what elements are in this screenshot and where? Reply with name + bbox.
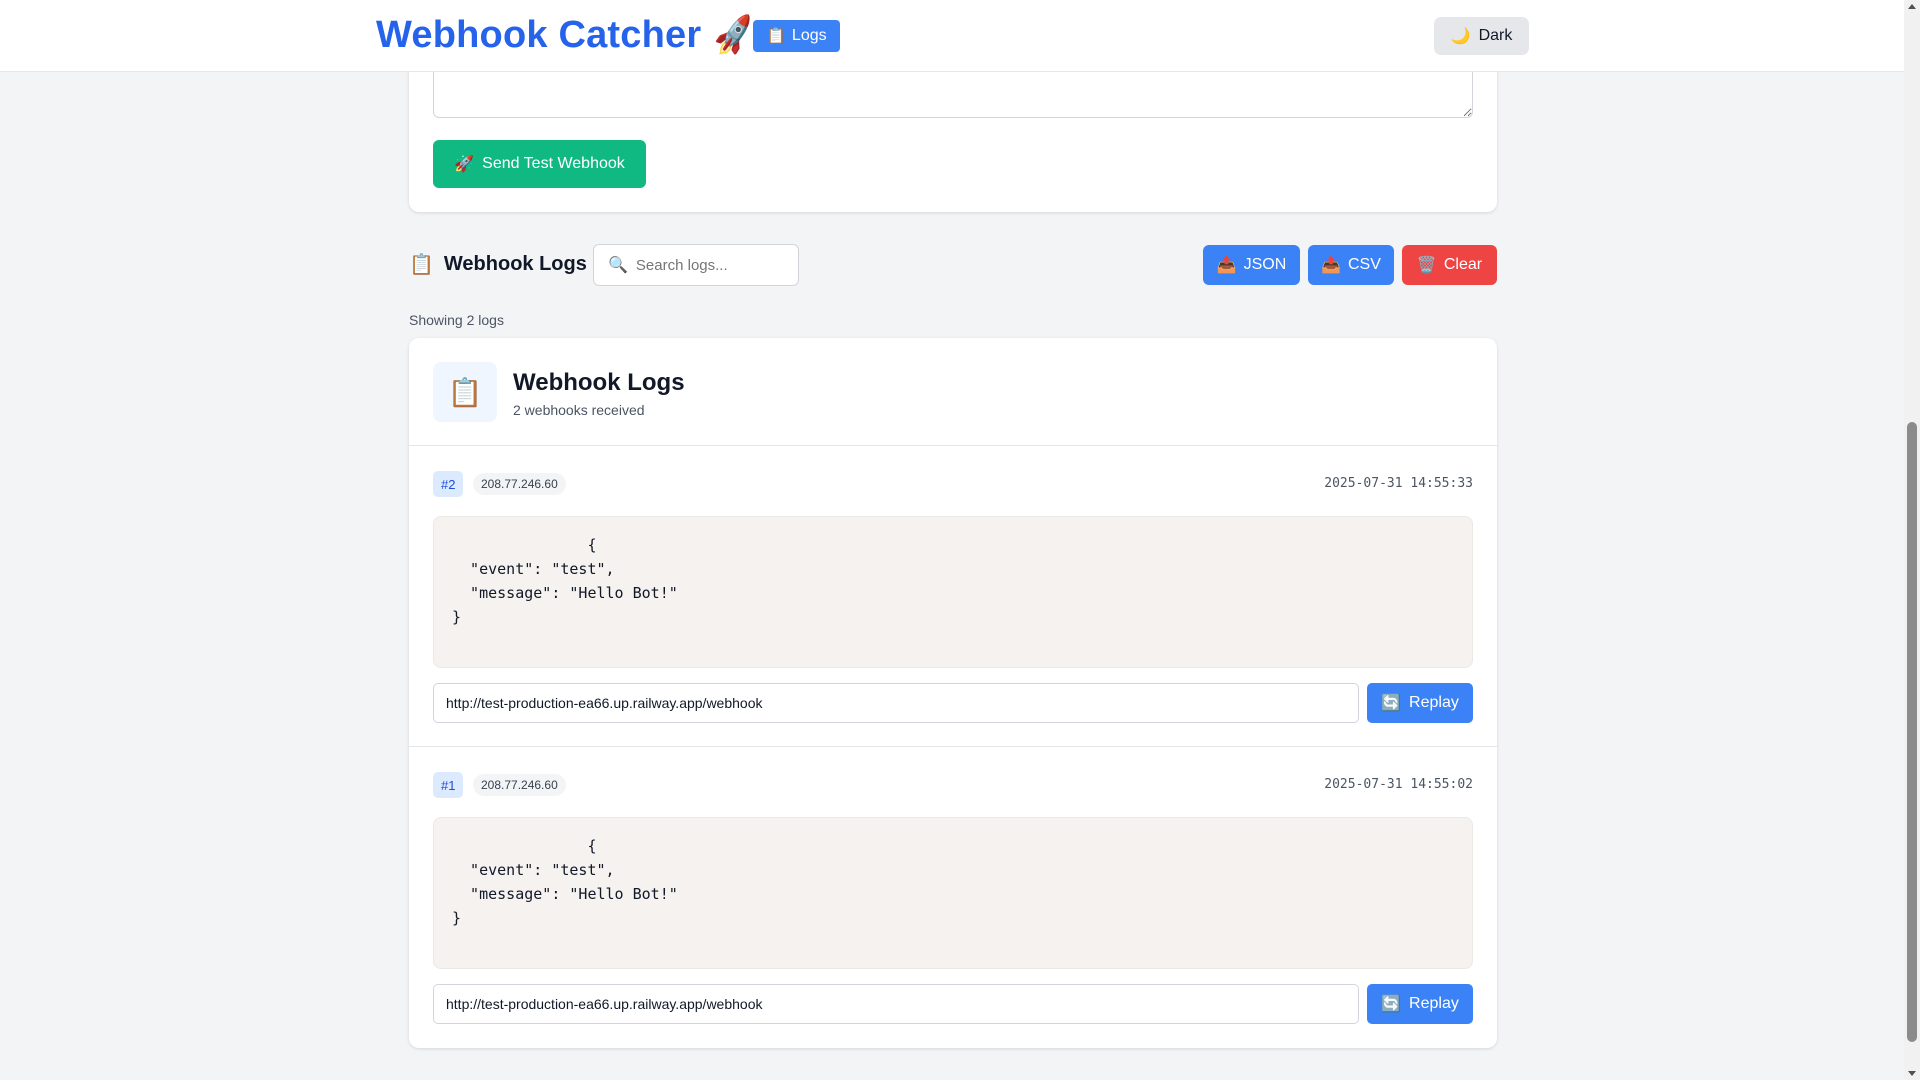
rocket-icon: 🚀 [710, 13, 759, 58]
replay-button[interactable]: 🔄 Replay [1367, 683, 1473, 723]
log-id-badge: #1 [433, 772, 464, 798]
clear-logs-button[interactable]: 🗑️ Clear [1402, 245, 1497, 285]
search-box[interactable]: 🔍 [593, 244, 799, 286]
export-csv-label: CSV [1348, 256, 1381, 273]
logs-card-title: Webhook Logs [513, 369, 685, 396]
webhook-logs-card: 📋 Webhook Logs 2 webhooks received #2 20… [409, 338, 1497, 1048]
logs-section-title: 📋 Webhook Logs [409, 252, 587, 277]
log-id-badge: #2 [433, 471, 464, 497]
log-timestamp: 2025-07-31 14:55:02 [1324, 777, 1473, 792]
clear-logs-label: Clear [1443, 256, 1483, 273]
export-json-label: JSON [1243, 256, 1287, 273]
top-navbar: Webhook Catcher 🚀 📋 Logs 🌙 Dark [0, 0, 1904, 72]
replay-label: Replay [1409, 995, 1459, 1012]
brand-title: Webhook Catcher [376, 14, 702, 56]
rocket-icon: 🚀 [454, 156, 475, 173]
logs-toolbar: 📋 Webhook Logs 🔍 📤 JSON 📤 CSV 🗑️ Clear [409, 244, 1497, 286]
export-json-button[interactable]: 📤 JSON [1203, 245, 1300, 285]
logs-section-title-text: Webhook Logs [443, 253, 587, 275]
log-entry: #1 208.77.246.60 2025-07-31 14:55:02 { "… [409, 747, 1497, 1048]
clipboard-icon: 📋 [433, 362, 497, 422]
replay-url-input[interactable] [433, 984, 1359, 1024]
log-count-text: Showing 2 logs [409, 312, 504, 328]
scroll-up-arrow-icon[interactable] [1908, 4, 1916, 9]
export-csv-button[interactable]: 📤 CSV [1308, 245, 1394, 285]
logs-nav-label: Logs [791, 27, 827, 44]
clipboard-icon: 📋 [409, 254, 434, 276]
search-input[interactable] [635, 256, 786, 274]
app-brand[interactable]: Webhook Catcher 🚀 [376, 13, 759, 58]
clipboard-icon: 📋 [766, 28, 786, 45]
payload-code-block: { "event": "test", "message": "Hello Bot… [433, 516, 1473, 668]
logs-card-subtitle: 2 webhooks received [513, 402, 645, 418]
dark-mode-label: Dark [1478, 27, 1513, 44]
send-test-webhook-label: Send Test Webhook [482, 155, 625, 172]
replay-label: Replay [1409, 694, 1459, 711]
log-timestamp: 2025-07-31 14:55:33 [1324, 476, 1473, 491]
replay-button[interactable]: 🔄 Replay [1367, 984, 1473, 1024]
refresh-icon: 🔄 [1381, 695, 1402, 712]
page-scrollbar[interactable] [1904, 0, 1920, 1080]
ip-badge: 208.77.246.60 [473, 774, 566, 796]
scrollbar-thumb[interactable] [1907, 422, 1917, 1042]
logs-card-header: 📋 Webhook Logs 2 webhooks received [409, 338, 1497, 446]
scroll-down-arrow-icon[interactable] [1908, 1071, 1916, 1076]
payload-code-block: { "event": "test", "message": "Hello Bot… [433, 817, 1473, 969]
dark-mode-toggle[interactable]: 🌙 Dark [1434, 17, 1529, 55]
export-icon: 📤 [1321, 257, 1341, 274]
payload-textarea[interactable] [433, 64, 1473, 118]
replay-url-input[interactable] [433, 683, 1359, 723]
send-test-webhook-button[interactable]: 🚀 Send Test Webhook [433, 140, 646, 188]
export-icon: 📤 [1216, 257, 1237, 274]
log-entry: #2 208.77.246.60 2025-07-31 14:55:33 { "… [409, 446, 1497, 747]
ip-badge: 208.77.246.60 [473, 473, 566, 495]
refresh-icon: 🔄 [1381, 996, 1402, 1013]
moon-icon: 🌙 [1450, 28, 1471, 45]
logs-nav-button[interactable]: 📋 Logs [753, 20, 840, 52]
trash-icon: 🗑️ [1416, 257, 1437, 274]
search-icon: 🔍 [608, 257, 628, 274]
